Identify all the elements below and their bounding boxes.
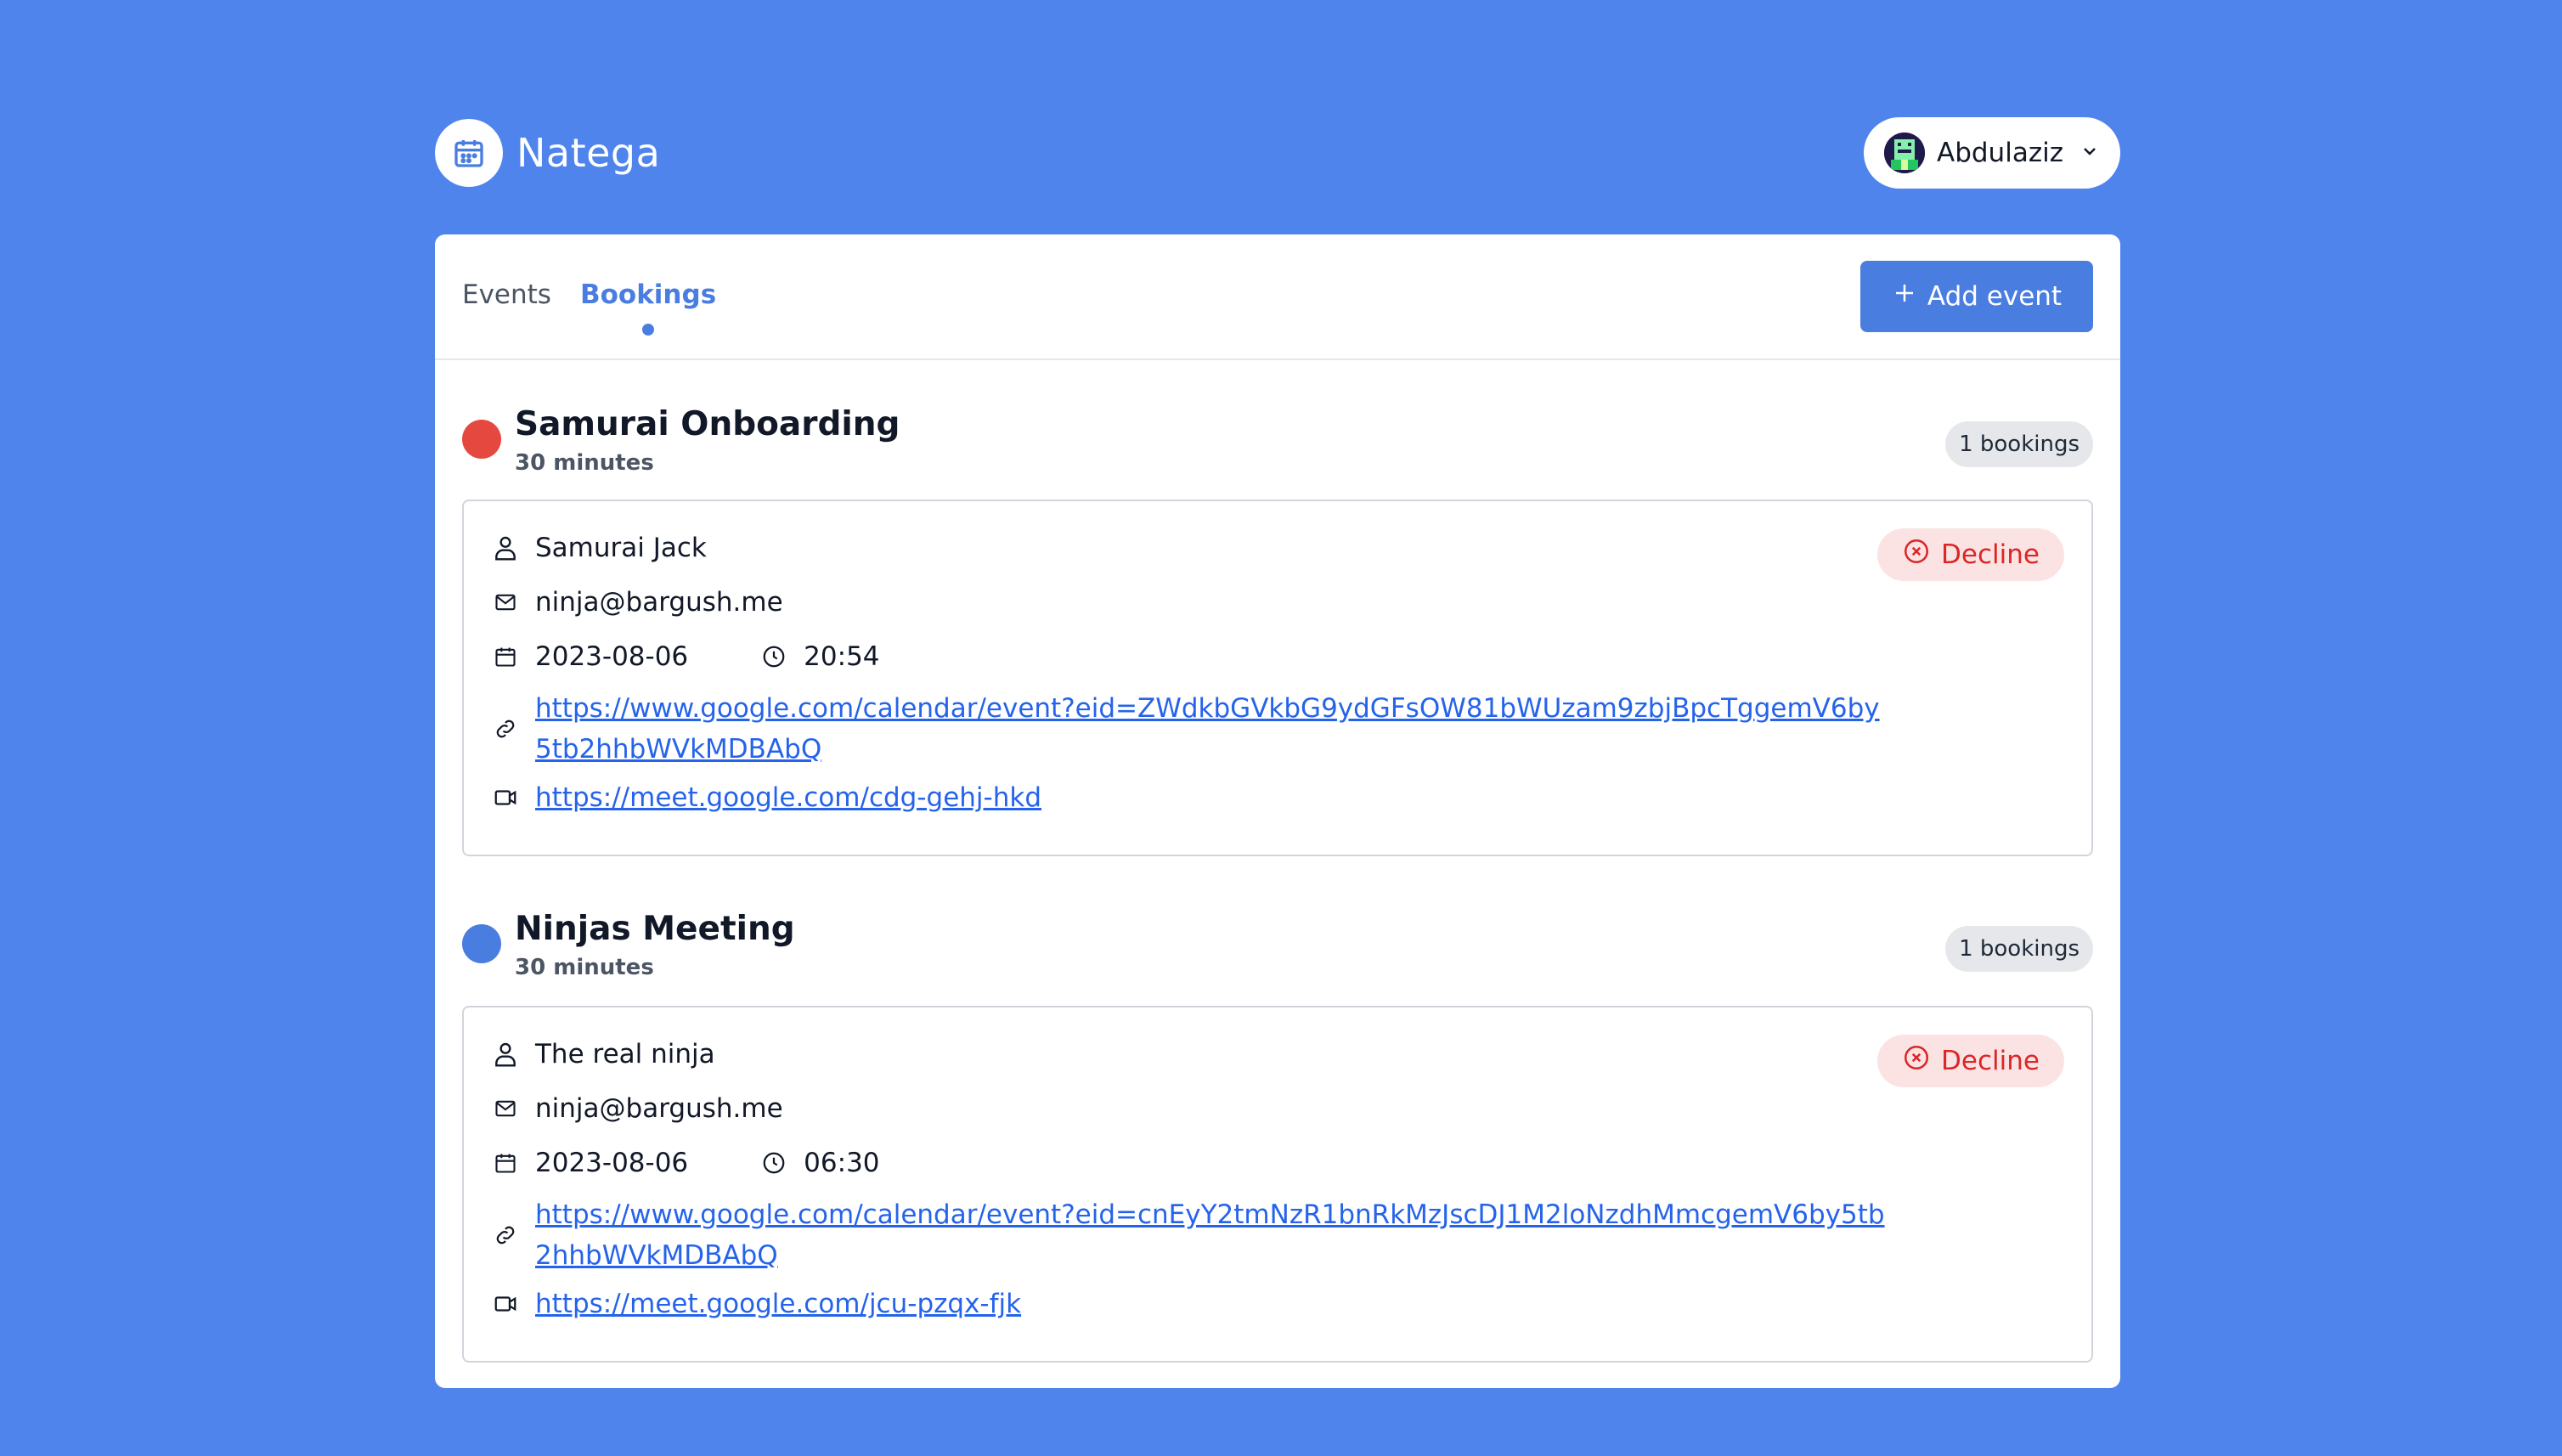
booking-card: Samurai Jack ninja@bargush.me 2023-08-06… <box>462 499 2093 856</box>
tab-events[interactable]: Events <box>462 279 551 313</box>
event-title: Ninjas Meeting <box>515 910 795 948</box>
event-color-dot <box>462 420 501 459</box>
booker-email: ninja@bargush.me <box>535 587 783 618</box>
event-title: Samurai Onboarding <box>515 405 900 443</box>
booking-card: The real ninja ninja@bargush.me 2023-08-… <box>462 1006 2093 1363</box>
link-icon <box>491 714 520 743</box>
booking-date: 2023-08-06 <box>535 1148 689 1178</box>
decline-label: Decline <box>1941 539 2040 570</box>
x-circle-icon <box>1902 537 1931 573</box>
video-icon <box>491 783 520 812</box>
booking-date: 2023-08-06 <box>535 641 689 672</box>
user-icon <box>491 1040 520 1069</box>
add-event-button[interactable]: Add event <box>1860 261 2093 332</box>
mail-icon <box>491 588 520 617</box>
decline-button[interactable]: Decline <box>1877 1035 2064 1087</box>
booking-time: 20:54 <box>804 641 880 672</box>
plus-icon <box>1892 280 1917 313</box>
bookings-panel: Events Bookings Add event Samurai Onboar… <box>435 234 2120 1388</box>
decline-label: Decline <box>1941 1046 2040 1076</box>
bookings-count-badge: 1 bookings <box>1945 421 2093 467</box>
video-icon <box>491 1290 520 1318</box>
calendar-event-link[interactable]: https://www.google.com/calendar/event?ei… <box>535 693 1880 765</box>
avatar <box>1884 133 1925 173</box>
event-header: Ninjas Meeting 30 minutes 1 bookings <box>462 856 2093 1006</box>
clock-icon <box>759 642 788 671</box>
meet-link[interactable]: https://meet.google.com/jcu-pzqx-fjk <box>535 1284 1021 1324</box>
panel-header: Events Bookings Add event <box>435 234 2120 360</box>
event-duration: 30 minutes <box>515 955 654 980</box>
decline-button[interactable]: Decline <box>1877 528 2064 581</box>
tab-bookings[interactable]: Bookings <box>580 279 716 336</box>
calendar-event-link[interactable]: https://www.google.com/calendar/event?ei… <box>535 1199 1885 1271</box>
bookings-count-badge: 1 bookings <box>1945 926 2093 972</box>
brand[interactable]: Natega <box>435 119 660 187</box>
calendar-icon <box>491 1148 520 1177</box>
brand-name: Natega <box>516 130 661 176</box>
booker-name: The real ninja <box>535 1039 715 1069</box>
link-icon <box>491 1221 520 1250</box>
meet-link[interactable]: https://meet.google.com/cdg-gehj-hkd <box>535 777 1041 818</box>
user-icon <box>491 533 520 562</box>
user-menu[interactable]: Abdulaziz <box>1864 117 2120 189</box>
mail-icon <box>491 1094 520 1123</box>
clock-icon <box>759 1148 788 1177</box>
add-event-label: Add event <box>1927 281 2063 312</box>
event-color-dot <box>462 924 501 963</box>
booker-email: ninja@bargush.me <box>535 1093 783 1124</box>
event-duration: 30 minutes <box>515 450 654 476</box>
event-group: Ninjas Meeting 30 minutes 1 bookings The… <box>435 856 2120 1363</box>
calendar-icon <box>491 642 520 671</box>
booker-name: Samurai Jack <box>535 533 707 563</box>
x-circle-icon <box>1902 1043 1931 1079</box>
tabs: Events Bookings <box>462 279 716 336</box>
event-header: Samurai Onboarding 30 minutes 1 bookings <box>462 360 2093 499</box>
event-group: Samurai Onboarding 30 minutes 1 bookings… <box>435 360 2120 856</box>
calendar-icon <box>435 119 503 187</box>
chevron-down-icon <box>2080 141 2100 165</box>
top-bar: Natega Abdulaziz <box>435 117 2120 189</box>
user-name: Abdulaziz <box>1937 138 2063 168</box>
booking-time: 06:30 <box>804 1148 880 1178</box>
